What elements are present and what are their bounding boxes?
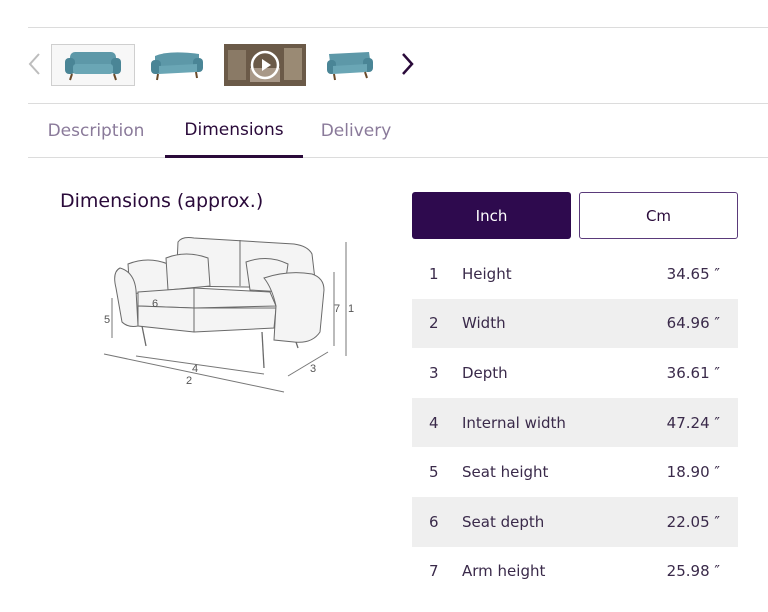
table-row: 6 Seat depth 22.05 ″ bbox=[412, 496, 738, 547]
row-number: 1 bbox=[429, 264, 439, 283]
diagram-label-2: 2 bbox=[186, 375, 192, 387]
unit-cm-button[interactable]: Cm bbox=[579, 192, 738, 239]
row-value: 25.98 ″ bbox=[666, 562, 720, 581]
row-label: Height bbox=[462, 264, 512, 283]
row-number: 4 bbox=[429, 413, 439, 432]
tab-description[interactable]: Description bbox=[28, 104, 164, 158]
dimensions-table: 1 Height 34.65 ″ 2 Width 64.96 ″ 3 Depth… bbox=[412, 249, 738, 596]
product-tabs: Description Dimensions Delivery bbox=[28, 104, 768, 158]
gallery-prev-button[interactable] bbox=[22, 50, 46, 78]
thumbnail-gallery bbox=[22, 42, 442, 90]
row-value: 22.05 ″ bbox=[666, 512, 720, 531]
thumbnail-sofa-front[interactable] bbox=[51, 44, 135, 86]
sofa-thumbnail-icon bbox=[327, 52, 373, 81]
row-value: 64.96 ″ bbox=[666, 314, 720, 333]
gallery-next-button[interactable] bbox=[396, 50, 420, 78]
sofa-dimension-diagram: 1 2 3 4 5 6 7 bbox=[103, 237, 354, 393]
row-number: 3 bbox=[429, 363, 439, 382]
diagram-label-4: 4 bbox=[192, 363, 198, 375]
sofa-thumbnail-icon bbox=[151, 52, 203, 81]
row-label: Seat height bbox=[462, 463, 549, 482]
row-number: 6 bbox=[429, 512, 439, 531]
row-label: Internal width bbox=[462, 413, 566, 432]
table-row: 3 Depth 36.61 ″ bbox=[412, 348, 738, 398]
table-row: 2 Width 64.96 ″ bbox=[412, 298, 738, 349]
row-value: 18.90 ″ bbox=[666, 463, 720, 482]
row-label: Arm height bbox=[462, 562, 546, 581]
tab-dimensions[interactable]: Dimensions bbox=[165, 104, 303, 158]
unit-inch-button[interactable]: Inch bbox=[412, 192, 571, 239]
tab-delivery[interactable]: Delivery bbox=[306, 104, 406, 158]
play-icon bbox=[250, 50, 280, 80]
diagram-label-7: 7 bbox=[334, 303, 340, 315]
row-value: 36.61 ″ bbox=[666, 363, 720, 382]
thumbnail-sofa-side[interactable] bbox=[322, 44, 378, 86]
thumbnail-video[interactable] bbox=[224, 44, 306, 86]
row-number: 2 bbox=[429, 314, 439, 333]
row-number: 5 bbox=[429, 463, 439, 482]
sofa-thumbnail-icon bbox=[65, 52, 121, 81]
row-label: Seat depth bbox=[462, 512, 545, 531]
row-value: 47.24 ″ bbox=[666, 413, 720, 432]
diagram-label-3: 3 bbox=[310, 363, 316, 375]
row-value: 34.65 ″ bbox=[666, 264, 720, 283]
table-row: 5 Seat height 18.90 ″ bbox=[412, 447, 738, 497]
dimensions-title: Dimensions (approx.) bbox=[60, 190, 264, 212]
top-divider bbox=[28, 27, 768, 28]
table-row: 1 Height 34.65 ″ bbox=[412, 249, 738, 299]
diagram-label-5: 5 bbox=[104, 314, 110, 326]
row-label: Width bbox=[462, 314, 506, 333]
chevron-right-icon bbox=[402, 53, 414, 75]
row-label: Depth bbox=[462, 363, 508, 382]
diagram-label-1: 1 bbox=[348, 303, 354, 315]
thumbnail-sofa-angle[interactable] bbox=[144, 44, 210, 86]
table-row: 4 Internal width 47.24 ″ bbox=[412, 397, 738, 448]
diagram-label-6: 6 bbox=[152, 298, 158, 310]
chevron-left-icon bbox=[28, 53, 40, 75]
row-number: 7 bbox=[429, 562, 439, 581]
table-row: 7 Arm height 25.98 ″ bbox=[412, 547, 738, 597]
